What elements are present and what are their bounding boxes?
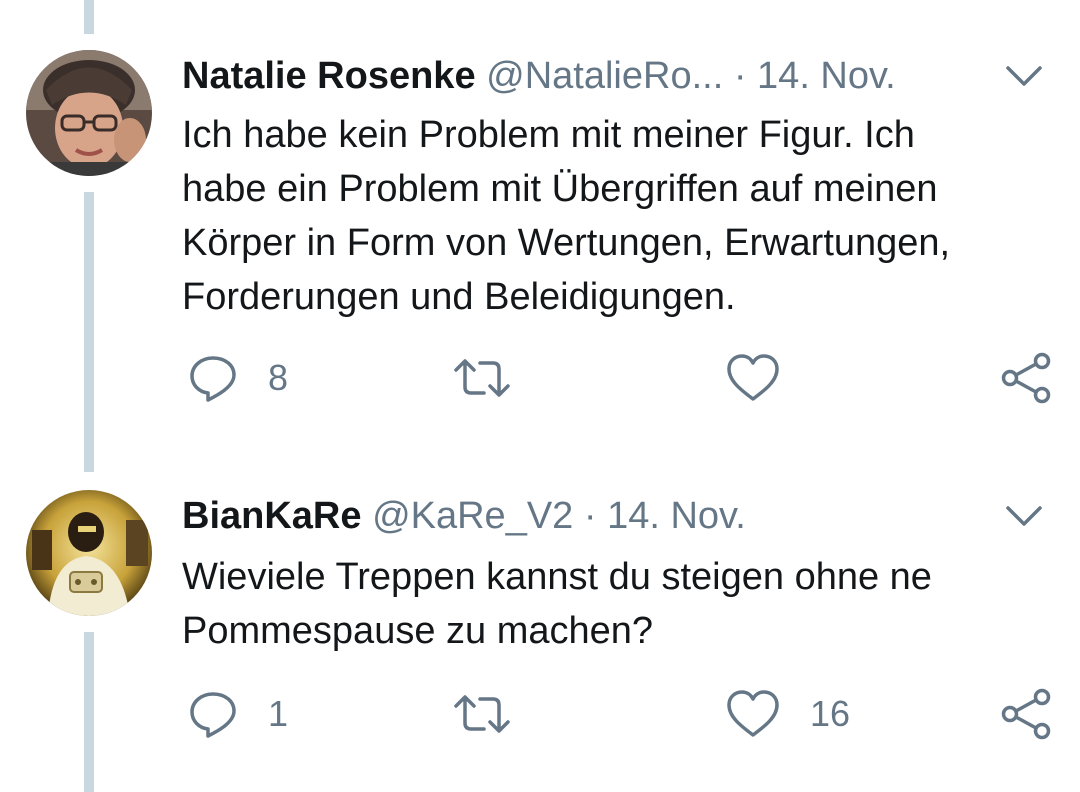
avatar[interactable]	[26, 490, 152, 616]
display-name[interactable]: Natalie Rosenke	[182, 55, 476, 97]
tweet[interactable]: BianKaRe @KaRe_V2 · 14. Nov. Wieviele Tr…	[0, 470, 1080, 792]
tweet-date[interactable]: 14. Nov.	[607, 495, 746, 537]
tweet[interactable]: Natalie Rosenke @NatalieRo... · 14. Nov.…	[0, 0, 1080, 430]
tweet-actions: 8	[182, 348, 1062, 408]
tweet-actions: 1 16	[182, 684, 1062, 744]
tweet-text: Wieviele Treppen kannst du steigen ohne …	[182, 550, 1052, 658]
tweet-text-line: habe ein Problem mit Übergriffen auf mei…	[182, 168, 938, 210]
retweet-icon	[454, 695, 510, 733]
reply-icon	[190, 692, 236, 738]
like-button[interactable]	[726, 348, 810, 408]
tweet-text-line: Körper in Form von Wertungen, Erwartunge…	[182, 222, 951, 264]
like-button[interactable]: 16	[726, 684, 850, 744]
heart-icon	[727, 690, 779, 737]
share-icon	[1001, 352, 1051, 404]
retweet-button[interactable]	[452, 348, 542, 408]
share-icon	[1001, 688, 1051, 740]
reply-count: 1	[268, 693, 289, 734]
reply-icon	[190, 356, 236, 402]
like-count: 16	[810, 693, 851, 734]
tweet-text-line: Forderungen und Beleidigungen.	[182, 276, 736, 318]
reply-button[interactable]: 1	[188, 684, 288, 744]
tweet-text-line: Wieviele Treppen kannst du steigen ohne …	[182, 556, 932, 598]
separator-dot: ·	[583, 495, 597, 537]
display-name[interactable]: BianKaRe	[182, 495, 362, 537]
share-button[interactable]	[1000, 684, 1052, 744]
avatar[interactable]	[26, 50, 152, 176]
tweet-header: BianKaRe @KaRe_V2 · 14. Nov.	[182, 494, 1000, 538]
chevron-down-icon[interactable]	[1002, 54, 1046, 98]
tweet-header: Natalie Rosenke @NatalieRo... · 14. Nov.	[182, 54, 1000, 98]
retweet-button[interactable]	[452, 684, 542, 744]
share-button[interactable]	[1000, 348, 1052, 408]
retweet-icon	[454, 359, 510, 397]
user-handle[interactable]: @KaRe_V2	[372, 495, 573, 537]
heart-icon	[727, 354, 779, 401]
tweet-date[interactable]: 14. Nov.	[757, 55, 896, 97]
chevron-down-icon[interactable]	[1002, 494, 1046, 538]
user-handle[interactable]: @NatalieRo...	[486, 55, 723, 97]
reply-button[interactable]: 8	[188, 348, 288, 408]
reply-count: 8	[268, 357, 289, 398]
tweet-text-line: Pommespause zu machen?	[182, 610, 654, 652]
tweet-text-line: Ich habe kein Problem mit meiner Figur. …	[182, 114, 915, 156]
tweet-text: Ich habe kein Problem mit meiner Figur. …	[182, 108, 1052, 324]
separator-dot: ·	[733, 55, 747, 97]
